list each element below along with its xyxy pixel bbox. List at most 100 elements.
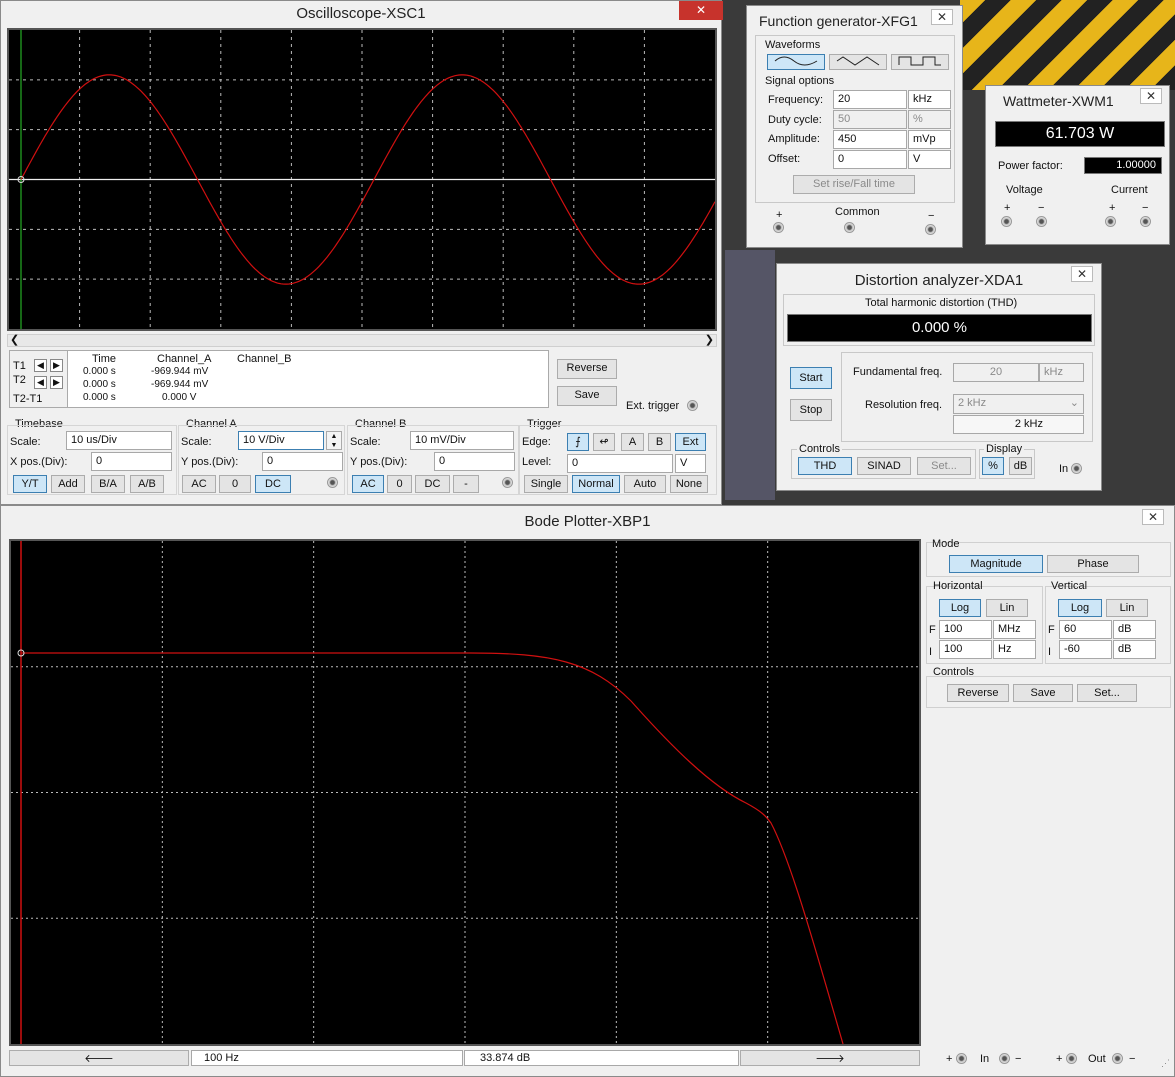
close-icon[interactable]: ✕ [931,9,953,25]
fundamental-freq-unit[interactable]: kHz [1039,363,1084,382]
t2-left-arrow-icon[interactable]: ◀ [34,376,47,389]
trigger-none-button[interactable]: None [670,475,708,493]
trigger-normal-button[interactable]: Normal [572,475,620,493]
fundamental-freq-field[interactable]: 20 [953,363,1039,382]
fg-common-terminal[interactable] [844,222,855,233]
v-i-unit[interactable]: dB [1113,640,1156,659]
i-plus-terminal[interactable] [1105,216,1116,227]
triangle-wave-icon[interactable] [829,54,887,70]
close-icon[interactable]: ✕ [1071,266,1093,282]
v-log-button[interactable]: Log [1058,599,1102,617]
mode-yt-button[interactable]: Y/T [13,475,47,493]
trigger-source-ext-button[interactable]: Ext [675,433,706,451]
channel-a-terminal[interactable] [327,477,338,488]
cursor-left-button[interactable]: 🡐 [9,1050,189,1066]
h-f-field[interactable]: 100 [939,620,992,639]
amplitude-unit[interactable]: mVp [908,130,951,149]
channel-b-terminal[interactable] [502,477,513,488]
in-terminal[interactable] [1071,463,1082,474]
scroll-left-icon[interactable]: ❮ [10,333,19,346]
channel-b-dc-button[interactable]: DC [415,475,450,493]
t1-right-arrow-icon[interactable]: ▶ [50,359,63,372]
close-icon[interactable]: ✕ [1140,88,1162,104]
duty-cycle-unit[interactable]: % [908,110,951,129]
offset-field[interactable]: 0 [833,150,907,169]
sinad-button[interactable]: SINAD [857,457,911,475]
channel-a-dc-button[interactable]: DC [255,475,291,493]
h-log-button[interactable]: Log [939,599,981,617]
stop-button[interactable]: Stop [790,399,832,421]
level-unit-field[interactable]: V [675,454,706,473]
channel-b-zero-button[interactable]: 0 [387,475,412,493]
bode-in-minus-terminal[interactable] [999,1053,1010,1064]
channel-a-scale-field[interactable]: 10 V/Div [238,431,324,450]
bode-in-plus-terminal[interactable] [956,1053,967,1064]
bode-save-button[interactable]: Save [1013,684,1073,702]
timebase-scale-field[interactable]: 10 us/Div [66,431,172,450]
start-button[interactable]: Start [790,367,832,389]
resize-grip-icon[interactable]: ⋰ [1161,1058,1170,1069]
mode-ab-button[interactable]: A/B [130,475,164,493]
v-f-unit[interactable]: dB [1113,620,1156,639]
channel-b-scale-field[interactable]: 10 mV/Div [410,431,514,450]
trigger-auto-button[interactable]: Auto [624,475,666,493]
fg-minus-terminal[interactable] [925,224,936,235]
trigger-source-a-button[interactable]: A [621,433,644,451]
h-f-unit[interactable]: MHz [993,620,1036,639]
v-f-field[interactable]: 60 [1059,620,1112,639]
channel-a-ypos-field[interactable]: 0 [262,452,343,471]
t2-right-arrow-icon[interactable]: ▶ [50,376,63,389]
trigger-source-b-button[interactable]: B [648,433,671,451]
bode-out-minus-terminal[interactable] [1112,1053,1123,1064]
rising-edge-icon[interactable]: ⨍ [567,433,589,451]
mode-ba-button[interactable]: B/A [91,475,125,493]
resolution-freq-select[interactable]: 2 kHz ⌄ [953,394,1084,414]
square-wave-icon[interactable] [891,54,949,70]
channel-a-ac-button[interactable]: AC [182,475,216,493]
magnitude-button[interactable]: Magnitude [949,555,1043,573]
display-percent-button[interactable]: % [982,457,1004,475]
v-lin-button[interactable]: Lin [1106,599,1148,617]
h-lin-button[interactable]: Lin [986,599,1028,617]
level-field[interactable]: 0 [567,454,673,473]
display-db-button[interactable]: dB [1009,457,1032,475]
v-plus-terminal[interactable] [1001,216,1012,227]
save-button[interactable]: Save [557,386,617,406]
sine-wave-icon[interactable] [767,54,825,70]
amplitude-field[interactable]: 450 [833,130,907,149]
bode-reverse-button[interactable]: Reverse [947,684,1009,702]
v-minus-terminal[interactable] [1036,216,1047,227]
trigger-single-button[interactable]: Single [524,475,568,493]
close-icon[interactable]: ✕ [1142,509,1164,525]
set-button[interactable]: Set... [917,457,971,475]
channel-b-minus-button[interactable]: - [453,475,479,493]
h-i-unit[interactable]: Hz [993,640,1036,659]
channel-a-zero-button[interactable]: 0 [219,475,251,493]
channel-a-spin-icon[interactable]: ▲ ▼ [326,431,342,450]
xpos-field[interactable]: 0 [91,452,172,471]
falling-edge-icon[interactable]: ↫ [593,433,615,451]
reverse-button[interactable]: Reverse [557,359,617,379]
channel-b-ypos-field[interactable]: 0 [434,452,515,471]
phase-button[interactable]: Phase [1047,555,1139,573]
scroll-right-icon[interactable]: ❯ [705,333,714,346]
t1-left-arrow-icon[interactable]: ◀ [34,359,47,372]
cursor-right-button[interactable]: 🡒 [740,1050,920,1066]
mode-add-button[interactable]: Add [51,475,85,493]
set-rise-fall-button[interactable]: Set rise/Fall time [793,175,915,194]
ext-trigger-terminal[interactable] [687,400,698,411]
duty-cycle-field[interactable]: 50 [833,110,907,129]
frequency-field[interactable]: 20 [833,90,907,109]
h-i-field[interactable]: 100 [939,640,992,659]
bode-set-button[interactable]: Set... [1077,684,1137,702]
i-minus-terminal[interactable] [1140,216,1151,227]
channel-b-ac-button[interactable]: AC [352,475,384,493]
v-i-field[interactable]: -60 [1059,640,1112,659]
close-icon[interactable]: ✕ [679,1,723,20]
thd-button[interactable]: THD [798,457,852,475]
fg-plus-terminal[interactable] [773,222,784,233]
offset-unit[interactable]: V [908,150,951,169]
frequency-unit[interactable]: kHz [908,90,951,109]
bode-out-plus-terminal[interactable] [1066,1053,1077,1064]
scope-scrollbar[interactable]: ❮ ❯ [7,334,717,347]
